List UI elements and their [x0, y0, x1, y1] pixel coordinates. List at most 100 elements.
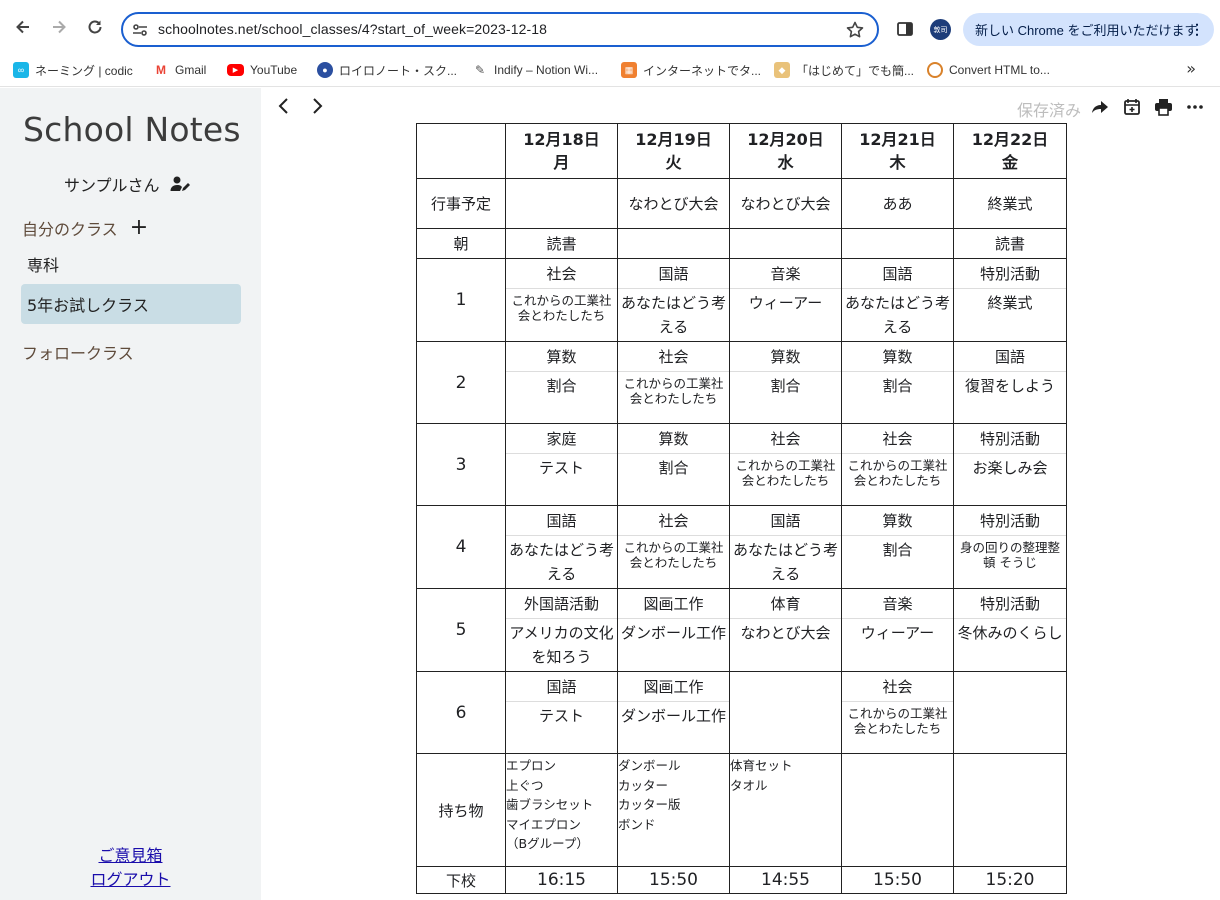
morning-cell[interactable]	[729, 228, 842, 259]
add-class-icon[interactable]: +	[130, 217, 148, 239]
chrome-update-button[interactable]: 新しい Chrome をご利用いただけます ⋮	[963, 13, 1214, 46]
lesson-cell[interactable]: 算数 割合	[841, 341, 954, 424]
dismissal-time[interactable]: 15:50	[841, 866, 954, 894]
lesson-topic: テスト	[538, 459, 584, 477]
belongings-cell[interactable]	[953, 753, 1067, 867]
more-options-icon[interactable]	[1186, 98, 1204, 116]
logout-link[interactable]: ログアウト	[0, 866, 261, 890]
bookmark-indify[interactable]: ✎ Indify – Notion Wi...	[472, 60, 598, 80]
event-cell[interactable]	[505, 178, 618, 229]
lesson-subject: 算数	[506, 342, 617, 372]
period-row: 2 算数 割合 社会 これからの工業社会とわたしたち 算数 割合 算数 割合 国語 復習をしよう	[416, 341, 1067, 424]
lesson-cell[interactable]: 家庭 テスト	[505, 423, 618, 506]
bookmark-gmail[interactable]: M Gmail	[153, 60, 206, 80]
bookmark-loilo[interactable]: ● ロイロノート・スク...	[317, 60, 457, 80]
belongings-cell[interactable]: 体育セット タオル	[729, 753, 842, 867]
period-label: 6	[416, 671, 506, 754]
event-cell[interactable]: なわとび大会	[729, 178, 842, 229]
lesson-cell[interactable]: 特別活動 身の回りの整理整頓 そうじ	[953, 505, 1067, 589]
lesson-cell[interactable]	[729, 671, 842, 754]
lesson-cell[interactable]: 社会 これからの工業社会とわたしたち	[841, 671, 954, 754]
period-label: 2	[416, 341, 506, 424]
lesson-cell[interactable]: 国語 あなたはどう考える	[505, 505, 618, 589]
day-header: 12月20日水	[729, 123, 842, 179]
bookmark-youtube[interactable]: ▶ YouTube	[227, 60, 297, 80]
morning-cell[interactable]	[841, 228, 954, 259]
forward-button[interactable]	[48, 16, 70, 38]
lesson-cell[interactable]: 図画工作 ダンボール工作	[617, 671, 730, 754]
site-info-icon[interactable]	[131, 21, 149, 39]
lesson-cell[interactable]: 社会 これからの工業社会とわたしたち	[617, 505, 730, 589]
lesson-cell[interactable]: 特別活動 お楽しみ会	[953, 423, 1067, 506]
app-title: School Notes	[23, 110, 241, 149]
lesson-cell[interactable]: 社会 これからの工業社会とわたしたち	[617, 341, 730, 424]
reload-button[interactable]	[84, 16, 106, 38]
event-cell[interactable]: ああ	[841, 178, 954, 229]
lesson-cell[interactable]: 社会 これからの工業社会とわたしたち	[841, 423, 954, 506]
next-week-icon[interactable]	[309, 96, 325, 116]
event-cell[interactable]: なわとび大会	[617, 178, 730, 229]
lesson-topic: テスト	[538, 707, 584, 725]
lesson-cell[interactable]: 特別活動 冬休みのくらし	[953, 588, 1067, 672]
back-button[interactable]	[12, 16, 34, 38]
belongings-cell[interactable]	[841, 753, 954, 867]
dismissal-time[interactable]: 14:55	[729, 866, 842, 894]
lesson-cell[interactable]: 算数 割合	[617, 423, 730, 506]
lesson-cell[interactable]: 特別活動 終業式	[953, 258, 1067, 342]
dismissal-time[interactable]: 15:50	[617, 866, 730, 894]
period-label: 5	[416, 588, 506, 672]
lesson-cell[interactable]: 社会 これからの工業社会とわたしたち	[505, 258, 618, 342]
dismissal-time[interactable]: 15:20	[953, 866, 1067, 894]
menu-dots-icon[interactable]: ⋮	[1190, 21, 1204, 38]
morning-cell[interactable]	[617, 228, 730, 259]
side-panel-icon[interactable]	[896, 20, 914, 38]
lesson-cell[interactable]: 国語 あなたはどう考える	[841, 258, 954, 342]
lesson-cell[interactable]: 国語 あなたはどう考える	[729, 505, 842, 589]
lesson-cell[interactable]: 算数 割合	[729, 341, 842, 424]
follow-classes-heading[interactable]: フォロークラス	[22, 340, 134, 364]
belongings-cell[interactable]: ダンボール カッター カッター版 ボンド	[617, 753, 730, 867]
bookmark-hajimete[interactable]: ◆ 「はじめて」でも簡...	[774, 60, 914, 80]
lesson-cell[interactable]: 社会 これからの工業社会とわたしたち	[729, 423, 842, 506]
lesson-topic: 復習をしよう	[964, 377, 1055, 395]
morning-cell[interactable]: 読書	[505, 228, 618, 259]
lesson-cell[interactable]	[953, 671, 1067, 754]
print-icon[interactable]	[1154, 98, 1173, 116]
lesson-cell[interactable]: 算数 割合	[505, 341, 618, 424]
feedback-link[interactable]: ご意見箱	[0, 842, 261, 866]
event-cell[interactable]: 終業式	[953, 178, 1067, 229]
morning-cell[interactable]: 読書	[953, 228, 1067, 259]
bookmark-convert[interactable]: Convert HTML to...	[927, 60, 1050, 80]
calendar-add-icon[interactable]	[1123, 98, 1141, 116]
chevron-double-right-icon[interactable]: »	[1186, 59, 1196, 78]
profile-avatar[interactable]: 敦司	[930, 19, 951, 40]
browser-toolbar: schoolnotes.net/school_classes/4?start_o…	[0, 0, 1220, 58]
bookmark-star-icon[interactable]	[845, 20, 865, 40]
bookmark-codic[interactable]: ∞ ネーミング | codic	[13, 60, 133, 80]
bookmark-typing[interactable]: ▦ インターネットでタ...	[621, 60, 761, 80]
lesson-subject: 音楽	[842, 589, 953, 619]
lesson-subject: 社会	[506, 259, 617, 289]
prev-week-icon[interactable]	[276, 96, 292, 116]
address-bar[interactable]: schoolnotes.net/school_classes/4?start_o…	[121, 12, 879, 47]
lesson-subject: 国語	[506, 506, 617, 536]
lesson-cell[interactable]: 図画工作 ダンボール工作	[617, 588, 730, 672]
lesson-topic: あなたはどう考える	[620, 294, 726, 336]
lesson-cell[interactable]: 体育 なわとび大会	[729, 588, 842, 672]
sidebar-item-senka[interactable]: 専科	[21, 244, 241, 284]
lesson-cell[interactable]: 外国語活動 アメリカの文化を知ろう	[505, 588, 618, 672]
lesson-cell[interactable]: 音楽 ウィーアー	[729, 258, 842, 342]
lesson-subject: 音楽	[730, 259, 841, 289]
belongings-cell[interactable]: エプロン 上ぐつ 歯ブラシセット マイエプロン （Bグループ）	[505, 753, 618, 867]
dismissal-time[interactable]: 16:15	[505, 866, 618, 894]
lesson-cell[interactable]: 算数 割合	[841, 505, 954, 589]
share-icon[interactable]	[1091, 98, 1109, 116]
lesson-cell[interactable]: 音楽 ウィーアー	[841, 588, 954, 672]
sidebar-item-5th-trial-class[interactable]: 5年お試しクラス	[21, 284, 241, 324]
edit-user-icon[interactable]	[170, 175, 190, 193]
row-label: 下校	[416, 866, 506, 894]
lesson-cell[interactable]: 国語あなたはどう考える	[617, 258, 730, 342]
lesson-cell[interactable]: 国語 復習をしよう	[953, 341, 1067, 424]
lesson-subject: 国語	[618, 259, 729, 289]
lesson-cell[interactable]: 国語 テスト	[505, 671, 618, 754]
